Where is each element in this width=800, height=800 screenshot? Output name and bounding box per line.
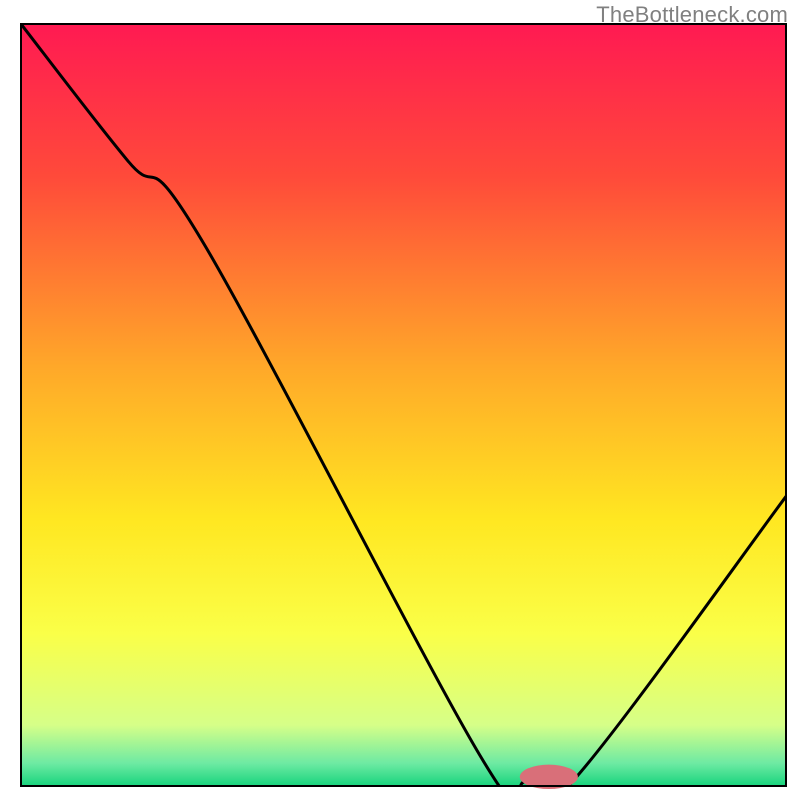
watermark-text: TheBottleneck.com [596,2,788,28]
plot-area [21,24,786,800]
chart-root: TheBottleneck.com [0,0,800,800]
chart-background [21,24,786,786]
bottleneck-chart [0,0,800,800]
